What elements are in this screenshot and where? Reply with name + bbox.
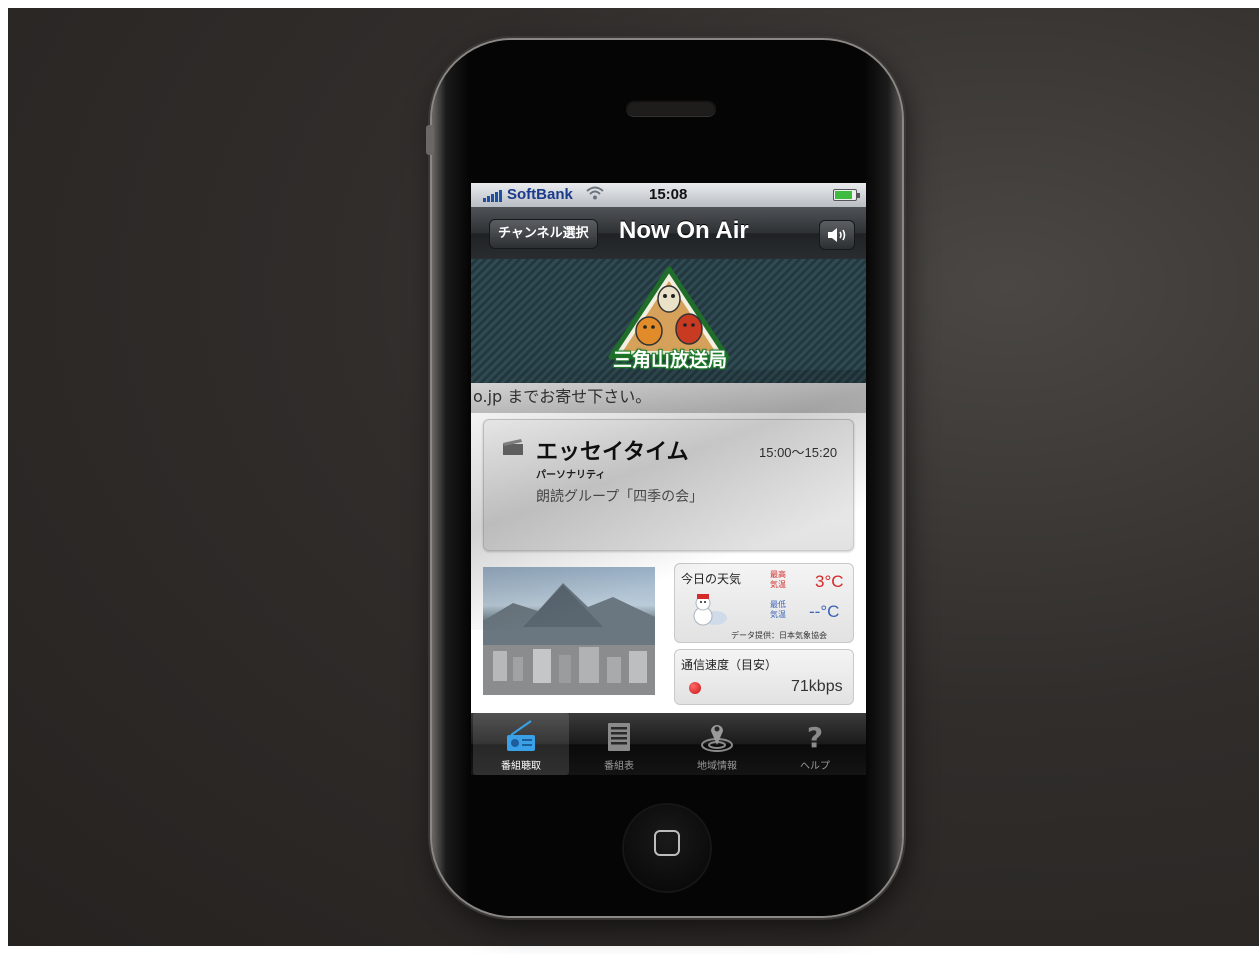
weather-label: 今日の天気 (681, 572, 742, 586)
weather-card[interactable]: 今日の天気 最高気温 3°C 最低気温 --°C データ提供：日本気象協会 (674, 563, 854, 643)
tab-schedule[interactable]: 番組表 (571, 713, 667, 775)
carrier-name: SoftBank (507, 186, 573, 203)
earpiece-speaker (626, 100, 716, 116)
home-button-icon (654, 830, 680, 856)
program-card[interactable]: エッセイタイム 15:00〜15:20 パーソナリティ 朗読グループ「四季の会」 (483, 419, 854, 551)
clapperboard-icon (503, 439, 523, 455)
news-ticker: o.jp までお寄せ下さい。 (471, 383, 866, 413)
status-bar: SoftBank 15:08 (471, 183, 866, 207)
speaker-button[interactable] (819, 220, 855, 250)
speed-indicator-icon (689, 682, 701, 694)
station-name: 三角山放送局 (612, 349, 727, 371)
station-banner: 三角山放送局 (471, 259, 866, 383)
image-border-left (0, 0, 8, 954)
signal-bars-icon (483, 188, 502, 202)
wifi-icon (586, 185, 604, 204)
weather-credit: データ提供：日本気象協会 (731, 631, 827, 640)
low-temp: --°C (809, 602, 840, 621)
image-border-top (0, 0, 1259, 8)
speaker-icon (828, 228, 846, 242)
navigation-bar: チャンネル選択 Now On Air (471, 207, 866, 259)
tab-label: 地域情報 (697, 761, 737, 772)
personality-name: 朗読グループ「四季の会」 (536, 489, 704, 505)
map-pin-icon (701, 725, 733, 752)
speed-label: 通信速度（目安） (681, 658, 778, 672)
phone-screen: SoftBank 15:08 チャンネル選択 Now On Air 三角山放送局… (471, 183, 866, 775)
channel-select-button[interactable]: チャンネル選択 (489, 219, 598, 249)
tab-label: 番組聴取 (501, 761, 541, 772)
mute-switch (426, 125, 434, 155)
tab-bar: 番組聴取 番組表 地域情報 ? ヘルプ (471, 713, 866, 775)
svg-text:?: ? (807, 721, 823, 753)
status-clock: 15:08 (649, 186, 688, 203)
battery-icon (833, 189, 860, 201)
high-temp-label: 最高気温 (770, 570, 786, 589)
page-title: Now On Air (619, 217, 749, 244)
program-title: エッセイタイム (536, 440, 689, 465)
list-icon (608, 723, 630, 751)
tab-help[interactable]: ? ヘルプ (767, 713, 863, 775)
tab-label: 番組表 (604, 761, 634, 772)
city-camera-image (483, 567, 655, 695)
tab-listen[interactable]: 番組聴取 (473, 713, 569, 775)
main-content: エッセイタイム 15:00〜15:20 パーソナリティ 朗読グループ「四季の会」… (471, 413, 866, 713)
personality-label: パーソナリティ (536, 470, 606, 481)
high-temp: 3°C (815, 572, 844, 591)
radio-icon (507, 720, 535, 751)
speed-value: 71kbps (791, 678, 843, 695)
battery-level (835, 191, 852, 199)
image-border-bottom (0, 946, 1259, 954)
snowman-icon (693, 594, 727, 626)
low-temp-label: 最低気温 (770, 600, 786, 619)
tab-label: ヘルプ (800, 761, 830, 772)
help-icon: ? (807, 721, 823, 753)
tab-local-info[interactable]: 地域情報 (669, 713, 765, 775)
program-time: 15:00〜15:20 (759, 445, 838, 460)
connection-speed-card: 通信速度（目安） 71kbps (674, 649, 854, 705)
